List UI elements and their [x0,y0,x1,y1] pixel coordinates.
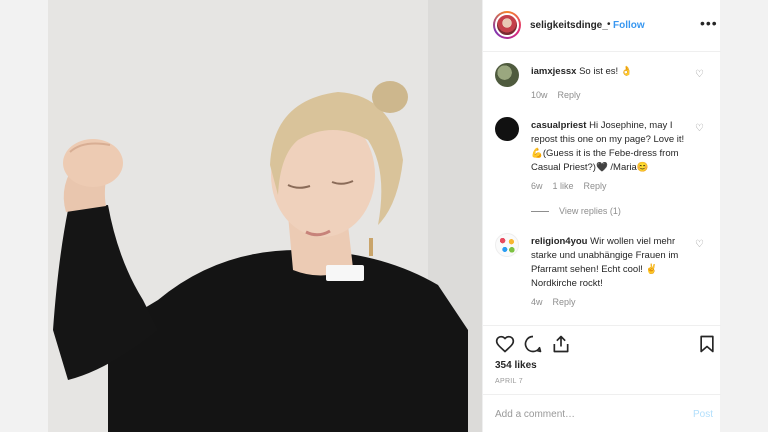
reply-button[interactable]: Reply [558,90,581,100]
comment-text: religion4you Wir wollen viel mehr starke… [531,235,689,291]
follow-button[interactable]: Follow [613,20,645,31]
post-photo[interactable] [48,0,482,432]
left-margin [0,0,48,432]
comment-age: 4w [531,297,543,307]
comment-bubble-icon[interactable] [523,334,543,354]
comment-meta: 6w 1 like Reply [531,181,617,191]
author-username[interactable]: seligkeitsdinge_ [530,20,608,31]
view-replies-label: View replies (1) [559,206,621,216]
like-comment-heart-icon[interactable]: ♡ [695,123,704,134]
reply-button[interactable]: Reply [553,297,576,307]
commenter-username[interactable]: iamxjessx [531,66,576,77]
portrait-photo [48,0,482,432]
commenter-avatar[interactable] [495,117,519,141]
comment-age: 10w [531,90,548,100]
header-separator: • [607,19,611,30]
commenter-username[interactable]: religion4you [531,236,587,247]
comment-text: iamxjessx So ist es! 👌 [531,65,689,79]
comment-text: casualpriest Hi Josephine, may I repost … [531,119,689,175]
like-heart-icon[interactable] [495,334,515,354]
save-bookmark-icon[interactable] [697,334,717,354]
post-sidebar: seligkeitsdinge_ • Follow ••• iamxjessx … [482,0,721,432]
more-options-icon[interactable]: ••• [700,15,718,31]
screen: seligkeitsdinge_ • Follow ••• iamxjessx … [0,0,768,432]
comment-age: 6w [531,181,543,191]
post-header: seligkeitsdinge_ • Follow ••• [483,0,721,52]
view-replies-button[interactable]: View replies (1) [531,206,621,216]
commenter-username[interactable]: casualpriest [531,120,586,131]
comments-list[interactable]: iamxjessx So ist es! 👌 ♡ 10w Reply casual… [483,53,721,325]
post-actions: 354 likes APRIL 7 [483,325,721,393]
share-upload-icon[interactable] [551,334,571,354]
comment-input[interactable] [495,405,675,423]
commenter-avatar[interactable] [495,233,519,257]
commenter-avatar[interactable] [495,63,519,87]
reply-button[interactable]: Reply [584,181,607,191]
right-margin [720,0,768,432]
likes-count[interactable]: 354 likes [495,360,537,371]
comment-likes[interactable]: 1 like [553,181,574,191]
replies-divider [531,211,549,213]
comment-body: So ist es! 👌 [579,66,633,77]
like-comment-heart-icon[interactable]: ♡ [695,69,704,80]
post-date: APRIL 7 [495,378,523,385]
comment-composer: Post [483,394,721,432]
comment-meta: 4w Reply [531,297,586,307]
comment-meta: 10w Reply [531,90,591,100]
post-comment-button[interactable]: Post [693,409,713,420]
like-comment-heart-icon[interactable]: ♡ [695,239,704,250]
author-avatar[interactable] [493,11,521,39]
